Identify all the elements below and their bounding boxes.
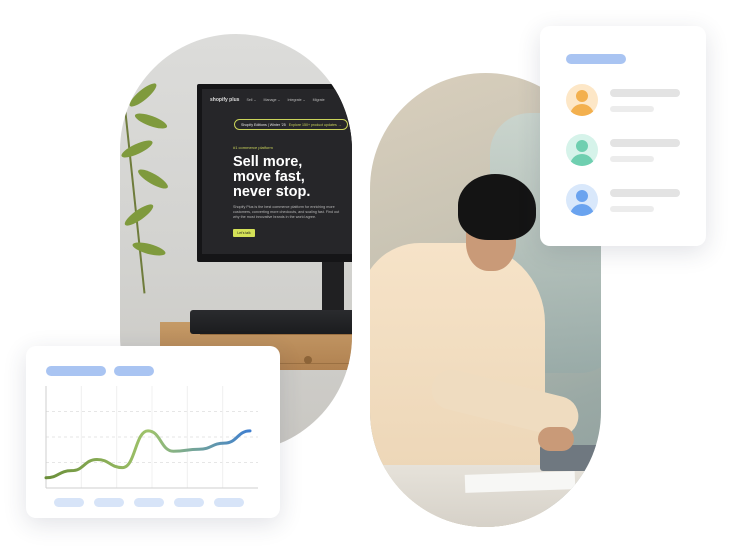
chart-x-tick	[214, 498, 244, 507]
site-nav-item: Manage ⌄	[263, 98, 281, 102]
chart-x-tick	[94, 498, 124, 507]
site-banner-secondary: Explore 150+ product updates →	[288, 122, 342, 127]
site-banner-primary: Shopify Editions | Winter '25	[241, 122, 286, 127]
user-name-placeholder	[610, 89, 680, 97]
chart-x-tick	[174, 498, 204, 507]
plant-leaf	[135, 166, 171, 192]
drawer-knob	[304, 356, 312, 364]
plant-leaf	[131, 239, 167, 259]
site-cta-button: Let's talk	[233, 229, 255, 237]
chart-x-ticks	[54, 498, 244, 507]
plant-leaf	[122, 201, 156, 229]
site-nav: shopify plus Sell ⌄ Manage ⌄ Integrate ⌄…	[210, 95, 352, 105]
card-title-placeholder	[566, 54, 626, 64]
chart-series-line	[44, 429, 252, 480]
avatar-green	[566, 134, 598, 166]
line-chart	[44, 386, 258, 507]
chart-x-tick	[54, 498, 84, 507]
site-hero-body: Shopify Plus is the best commerce platfo…	[233, 205, 340, 219]
monitor: shopify plus Sell ⌄ Manage ⌄ Integrate ⌄…	[197, 84, 352, 262]
plant-leaf	[120, 137, 155, 161]
site-hero-line: move fast,	[233, 169, 305, 185]
site-hero-title: Sell more, move fast, never stop.	[233, 155, 352, 200]
avatar-head	[576, 90, 588, 102]
site-nav-item: Sell ⌄	[246, 98, 257, 102]
site-nav-item: Integrate ⌄	[287, 98, 306, 102]
users-card	[540, 26, 706, 246]
chart-grid	[46, 386, 258, 488]
site-nav-item: Migrate	[312, 98, 325, 102]
monitor-screen: shopify plus Sell ⌄ Manage ⌄ Integrate ⌄…	[202, 89, 352, 254]
user-detail-placeholder	[610, 106, 654, 112]
avatar-orange	[566, 84, 598, 116]
chart-card	[26, 346, 280, 518]
site-hero-line: never stop.	[233, 184, 311, 200]
person-hair	[458, 174, 536, 240]
person-hand	[538, 427, 574, 451]
user-name-placeholder	[610, 139, 680, 147]
user-name-placeholder	[610, 189, 680, 197]
chart-x-tick	[134, 498, 164, 507]
plant-leaf	[133, 110, 169, 132]
plant-leaf	[126, 80, 160, 110]
avatar-head	[576, 140, 588, 152]
site-logo: shopify plus	[210, 97, 240, 103]
paper-notes	[464, 471, 576, 493]
site-hero-line: Sell more,	[233, 154, 303, 170]
user-detail-placeholder	[610, 206, 654, 212]
avatar-head	[576, 190, 588, 202]
user-detail-placeholder	[610, 156, 654, 162]
site-banner: Shopify Editions | Winter '25 Explore 15…	[234, 119, 349, 130]
keyboard	[190, 310, 352, 334]
avatar-blue	[566, 184, 598, 216]
site-kicker: #1 commerce platform	[233, 145, 273, 150]
plant-stem	[120, 74, 146, 294]
